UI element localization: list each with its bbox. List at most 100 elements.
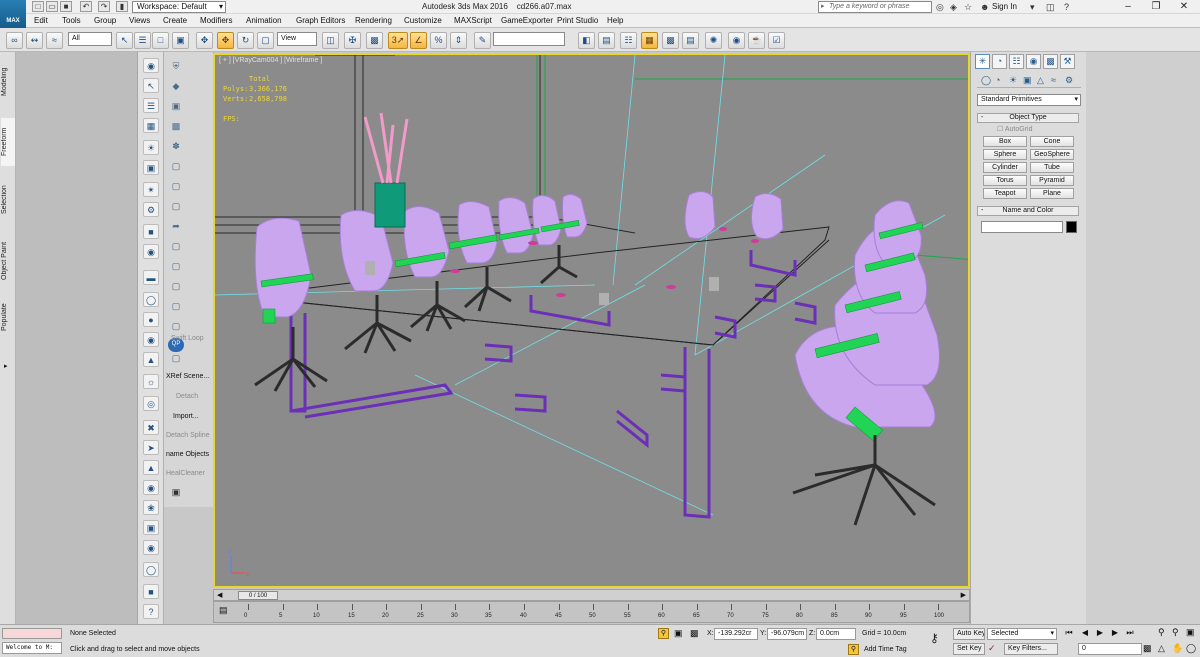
material-editor-icon[interactable]: ◉ xyxy=(728,32,745,49)
camera-icon[interactable]: ▣ xyxy=(143,160,159,175)
star-icon[interactable]: ☆ xyxy=(964,2,972,13)
monitor-icon[interactable]: ▣ xyxy=(168,100,184,114)
object-color-swatch[interactable] xyxy=(1066,221,1077,233)
ribbon-tab-object-paint[interactable]: Object Paint xyxy=(1,238,15,284)
display-tab-icon[interactable]: ▩ xyxy=(1043,54,1058,69)
orbit-icon[interactable]: ◯ xyxy=(1186,643,1196,654)
selection-filter-dropdown[interactable]: All xyxy=(68,32,112,46)
next-frame-icon[interactable]: ▶ xyxy=(1109,628,1121,639)
motion-tab-icon[interactable]: ◉ xyxy=(1026,54,1041,69)
shapes-icon[interactable]: ◔ xyxy=(995,75,1000,85)
box-icon[interactable]: ■ xyxy=(143,224,159,239)
ribbon-tab-freeform[interactable]: Freeform xyxy=(1,118,15,166)
named-selection-dropdown[interactable] xyxy=(493,32,565,46)
light-bulb-icon[interactable]: ☀ xyxy=(143,140,159,155)
perspective-viewport[interactable]: z x [ + ] [VRayCam004 ] [Wireframe ] Tot… xyxy=(213,53,970,588)
help-circle-icon[interactable]: ? xyxy=(143,604,159,619)
open-file-icon[interactable]: ▭ xyxy=(46,1,58,12)
cube-edit-icon[interactable]: ▢ xyxy=(168,200,184,214)
gem-icon[interactable]: ◆ xyxy=(168,80,184,94)
absolute-mode-icon[interactable]: ▩ xyxy=(690,628,699,639)
menu-create[interactable]: Create xyxy=(163,16,187,25)
maxscript-listener-output[interactable]: Welcome to M: xyxy=(2,642,62,654)
box-tool-3-icon[interactable]: ▢ xyxy=(168,280,184,294)
help-icon[interactable]: ? xyxy=(1064,2,1069,12)
spinner-snap-icon[interactable]: ⇕ xyxy=(450,32,467,49)
menu-animation[interactable]: Animation xyxy=(246,16,282,25)
torus-button[interactable]: Torus xyxy=(983,175,1027,186)
zoom-all-icon[interactable]: ⚲ xyxy=(1172,627,1179,638)
name-and-color-rollout[interactable]: - Name and Color xyxy=(977,206,1079,216)
key-icon[interactable]: ⚷ xyxy=(930,631,939,645)
lights-icon[interactable]: ☀ xyxy=(1009,75,1017,86)
menu-rendering[interactable]: Rendering xyxy=(355,16,392,25)
lock-icon[interactable]: ▣ xyxy=(168,486,184,500)
binoculars-icon[interactable]: ◎ xyxy=(936,2,944,13)
selection-lock-icon[interactable]: ⚲ xyxy=(658,628,669,639)
box-button[interactable]: Box xyxy=(983,136,1027,147)
move-icon[interactable]: ✥ xyxy=(217,32,234,49)
new-file-icon[interactable]: □ xyxy=(32,1,44,12)
geometry-icon[interactable]: ◯ xyxy=(981,75,991,86)
bind-space-warp-icon[interactable]: ≈ xyxy=(46,32,63,49)
object-type-rollout[interactable]: - Object Type xyxy=(977,113,1079,123)
box-tool-2-icon[interactable]: ▢ xyxy=(168,260,184,274)
list-icon[interactable]: ☰ xyxy=(143,98,159,113)
select-icon[interactable]: ↖ xyxy=(143,78,159,93)
menu-edit[interactable]: Edit xyxy=(34,16,48,25)
key-mode-dropdown[interactable]: Selected ▾ xyxy=(987,628,1057,640)
sign-in-link[interactable]: Sign In xyxy=(992,2,1017,11)
cube-icon[interactable]: ▣ xyxy=(143,520,159,535)
x-coord-input[interactable]: -139.292cr xyxy=(714,628,758,640)
time-configuration-icon[interactable]: ▩ xyxy=(1143,643,1152,654)
menu-group[interactable]: Group xyxy=(94,16,116,25)
ribbon-options-icon[interactable]: ▸ xyxy=(4,362,8,370)
menu-views[interactable]: Views xyxy=(129,16,150,25)
zoom-icon[interactable]: ⚲ xyxy=(1158,627,1165,638)
select-object-icon[interactable]: ↖ xyxy=(116,32,133,49)
menu-customize[interactable]: Customize xyxy=(404,16,442,25)
go-to-start-icon[interactable]: ⏮ xyxy=(1063,628,1075,639)
cameras-icon[interactable]: ▣ xyxy=(1023,75,1032,86)
box-tool-4-icon[interactable]: ▢ xyxy=(168,300,184,314)
create-tab-icon[interactable]: ✳ xyxy=(975,54,990,69)
rename-objects-button[interactable]: name Objects xyxy=(166,451,209,458)
cube-outline-icon[interactable]: ▢ xyxy=(168,160,184,174)
pan-icon[interactable]: ✋ xyxy=(1172,643,1183,654)
save-file-icon[interactable]: ■ xyxy=(60,1,72,12)
application-menu-button[interactable]: MAX xyxy=(0,0,26,28)
menu-tools[interactable]: Tools xyxy=(62,16,81,25)
y-coord-input[interactable]: -96.079cm xyxy=(767,628,807,640)
cone-button[interactable]: Cone xyxy=(1030,136,1074,147)
bridge-icon[interactable]: ■ xyxy=(143,584,159,599)
plane-icon[interactable]: ▬ xyxy=(143,270,159,285)
sphere-icon[interactable]: ● xyxy=(143,312,159,327)
render-setup-icon[interactable]: ☕ xyxy=(748,32,765,49)
zoom-extents-icon[interactable]: ▣ xyxy=(1186,627,1195,638)
add-time-tag-button[interactable]: Add Time Tag xyxy=(864,646,907,653)
snaps-toggle-icon[interactable]: 3➚ xyxy=(388,32,408,49)
modify-tab-icon[interactable]: ◔ xyxy=(992,54,1007,69)
keyboard-shortcut-override-icon[interactable]: ▩ xyxy=(366,32,383,49)
table-icon[interactable]: ▦ xyxy=(143,118,159,133)
filter-icon[interactable]: ✓ xyxy=(988,643,996,654)
align-icon[interactable]: ▤ xyxy=(598,32,615,49)
menu-maxscript[interactable]: MAXScript xyxy=(454,16,492,25)
viewport-label-menu[interactable]: [ + ] [VRayCam004 ] [Wireframe ] xyxy=(219,57,322,64)
restore-button[interactable]: ❐ xyxy=(1142,0,1170,14)
maxscript-mini-listener[interactable] xyxy=(2,628,62,639)
menu-gameexporter[interactable]: GameExporter xyxy=(501,16,553,25)
percent-snap-icon[interactable]: % xyxy=(430,32,447,49)
z-coord-input[interactable]: 0.0cm xyxy=(816,628,856,640)
schematic-view-icon[interactable]: ✺ xyxy=(705,32,722,49)
select-by-name-icon[interactable]: ☰ xyxy=(134,32,151,49)
angle-snap-icon[interactable]: ∠ xyxy=(410,32,427,49)
key-filters-button[interactable]: Key Filters... xyxy=(1004,643,1058,655)
helper-icon[interactable]: ✴ xyxy=(143,182,159,197)
set-key-button[interactable]: Set Key xyxy=(953,643,985,655)
scale-icon[interactable]: ▢ xyxy=(257,32,274,49)
swift-loop-icon[interactable]: ▢ xyxy=(168,352,184,366)
menu-graph-editors[interactable]: Graph Editors xyxy=(296,16,345,25)
globe-icon[interactable]: ◉ xyxy=(143,480,159,495)
xref-icon[interactable]: ✖ xyxy=(143,420,159,435)
